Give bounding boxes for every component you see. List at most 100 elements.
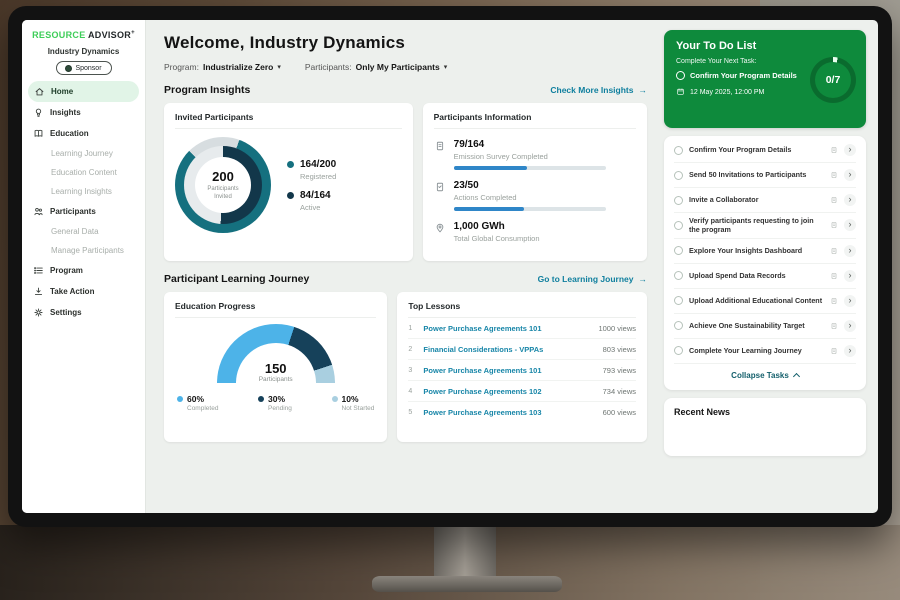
chevron-down-icon: ▾ [277, 63, 281, 71]
task-checkbox[interactable] [674, 171, 683, 180]
lesson-rank: 4 [408, 388, 416, 395]
sponsor-badge: Sponsor [56, 61, 112, 75]
download-icon [33, 286, 44, 297]
task-checkbox[interactable] [674, 296, 683, 305]
info-value: 1,000 GWh [454, 221, 540, 232]
lesson-title-link[interactable]: Power Purchase Agreements 101 [423, 324, 591, 333]
sidebar-item-program[interactable]: Program [22, 260, 145, 281]
lesson-row[interactable]: 1 Power Purchase Agreements 101 1000 vie… [408, 318, 636, 339]
todo-progress-ring: 0/7 [810, 57, 856, 103]
chevron-up-icon [793, 373, 800, 380]
collapse-tasks-button[interactable]: Collapse Tasks [674, 364, 856, 388]
progress-bar [454, 207, 606, 211]
due-date: 12 May 2025, 12:00 PM [690, 89, 764, 96]
lesson-views: 793 views [603, 366, 636, 375]
education-progress-card: Education Progress 150 Participants 60% [164, 292, 387, 442]
legend-item-completed: 60% Completed [177, 394, 218, 412]
task-row[interactable]: Verify participants requesting to join t… [674, 213, 856, 239]
sidebar-item-learning-journey[interactable]: Learning Journey [22, 144, 145, 163]
legend-item-active: 84/164 Active [287, 190, 336, 212]
sidebar-item-take-action[interactable]: Take Action [22, 281, 145, 302]
progress-fill [454, 166, 527, 170]
sidebar-item-learning-insights[interactable]: Learning Insights [22, 182, 145, 201]
lesson-row[interactable]: 4 Power Purchase Agreements 102 734 view… [408, 381, 636, 402]
task-row[interactable]: Confirm Your Program Details › [674, 138, 856, 163]
task-list-card: Confirm Your Program Details › Send 50 I… [664, 136, 866, 390]
task-label: Invite a Collaborator [689, 195, 824, 204]
task-row[interactable]: Invite a Collaborator › [674, 188, 856, 213]
legend-dot [287, 192, 294, 199]
list-icon [33, 265, 44, 276]
chevron-right-icon[interactable]: › [844, 320, 856, 332]
sidebar-item-education-content[interactable]: Education Content [22, 163, 145, 182]
lesson-views: 600 views [603, 408, 636, 417]
participants-information-card: Participants Information 79/164 Emission… [423, 103, 647, 261]
task-label: Complete Your Learning Journey [689, 346, 824, 355]
arrow-right-icon: → [639, 274, 648, 284]
legend-dot [177, 396, 183, 402]
chevron-right-icon[interactable]: › [844, 169, 856, 181]
sidebar-item-manage-participants[interactable]: Manage Participants [22, 241, 145, 260]
lesson-title-link[interactable]: Power Purchase Agreements 102 [423, 387, 595, 396]
sidebar-item-home[interactable]: Home [28, 81, 139, 102]
task-checkbox[interactable] [674, 321, 683, 330]
lesson-title-link[interactable]: Financial Considerations - VPPAs [423, 345, 595, 354]
participants-filter-label: Participants: [305, 62, 352, 72]
task-checkbox[interactable] [674, 221, 683, 230]
checklist-icon [434, 181, 446, 211]
lesson-row[interactable]: 3 Power Purchase Agreements 101 793 view… [408, 360, 636, 381]
legend-value: 84/164 [300, 190, 331, 201]
sidebar-item-label: Participants [50, 207, 96, 216]
task-checkbox[interactable] [674, 346, 683, 355]
sidebar-item-education[interactable]: Education [22, 123, 145, 144]
task-row[interactable]: Send 50 Invitations to Participants › [674, 163, 856, 188]
chevron-right-icon[interactable]: › [844, 295, 856, 307]
task-checkbox[interactable] [674, 246, 683, 255]
check-more-insights-link[interactable]: Check More Insights → [550, 85, 647, 95]
chevron-right-icon[interactable]: › [844, 194, 856, 206]
sidebar-item-general-data[interactable]: General Data [22, 222, 145, 241]
task-row[interactable]: Upload Additional Educational Content › [674, 289, 856, 314]
brand-logo-primary: RESOURCE [32, 30, 85, 40]
task-row[interactable]: Complete Your Learning Journey › [674, 339, 856, 364]
sidebar-item-settings[interactable]: Settings [22, 302, 145, 323]
chevron-right-icon[interactable]: › [844, 345, 856, 357]
participants-filter[interactable]: Participants: Only My Participants ▾ [305, 62, 447, 72]
lesson-title-link[interactable]: Power Purchase Agreements 101 [423, 366, 595, 375]
info-label: Total Global Consumption [454, 234, 540, 243]
sidebar-item-insights[interactable]: Insights [22, 102, 145, 123]
legend-value: 10% [342, 394, 375, 404]
next-task-checkbox[interactable] [676, 71, 685, 80]
lesson-title-link[interactable]: Power Purchase Agreements 103 [423, 408, 595, 417]
info-row-actions: 23/50 Actions Completed [434, 180, 636, 211]
task-checkbox[interactable] [674, 196, 683, 205]
sidebar-item-participants[interactable]: Participants [22, 201, 145, 222]
task-label: Send 50 Invitations to Participants [689, 170, 824, 179]
chevron-right-icon[interactable]: › [844, 245, 856, 257]
task-row[interactable]: Achieve One Sustainability Target › [674, 314, 856, 339]
chevron-right-icon[interactable]: › [844, 219, 856, 231]
lesson-row[interactable]: 2 Financial Considerations - VPPAs 803 v… [408, 339, 636, 360]
card-title: Top Lessons [408, 301, 636, 318]
go-to-learning-journey-link[interactable]: Go to Learning Journey → [538, 274, 647, 284]
progress-bar [454, 166, 606, 170]
sidebar-item-label: Education [50, 129, 89, 138]
task-checkbox[interactable] [674, 146, 683, 155]
section-title: Participant Learning Journey [164, 273, 309, 285]
task-checkbox[interactable] [674, 271, 683, 280]
task-doc-icon [830, 247, 838, 255]
recent-news-card: Recent News [664, 398, 866, 456]
gauge-center-label: Participants [217, 376, 335, 383]
filters-bar: Program: Industrialize Zero ▾ Participan… [164, 62, 647, 72]
task-row[interactable]: Upload Spend Data Records › [674, 264, 856, 289]
info-label: Actions Completed [454, 193, 606, 202]
chevron-right-icon[interactable]: › [844, 144, 856, 156]
chevron-right-icon[interactable]: › [844, 270, 856, 282]
legend-dot [258, 396, 264, 402]
recent-news-title: Recent News [674, 407, 856, 417]
task-row[interactable]: Explore Your Insights Dashboard › [674, 239, 856, 264]
lesson-rank: 2 [408, 346, 416, 353]
program-filter[interactable]: Program: Industrialize Zero ▾ [164, 62, 281, 72]
lesson-row[interactable]: 5 Power Purchase Agreements 103 600 view… [408, 402, 636, 423]
lesson-rank: 5 [408, 409, 416, 416]
